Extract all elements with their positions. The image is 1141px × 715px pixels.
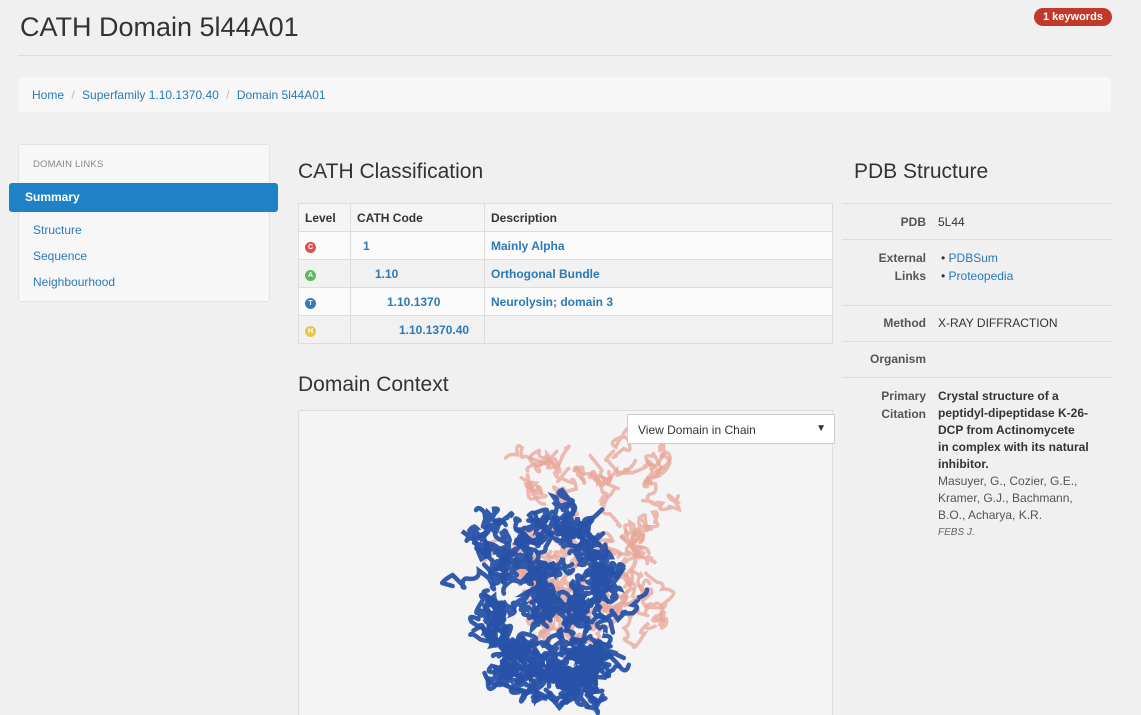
- citation-title-line: Crystal structure of a: [938, 389, 1059, 403]
- class-C-icon: C: [305, 242, 316, 253]
- table-row[interactable]: H 1.10.1370.40: [298, 315, 833, 344]
- protein-structure-render[interactable]: [299, 411, 834, 715]
- cath-code-link[interactable]: 1.10.1370.40: [350, 315, 485, 344]
- ribbon-segment: [644, 510, 660, 532]
- domain-context-viewer[interactable]: [298, 410, 833, 715]
- level-cell: H: [298, 315, 351, 344]
- level-cell: A: [298, 259, 351, 288]
- homology-H-icon: H: [305, 326, 316, 337]
- level-cell: T: [298, 287, 351, 316]
- keywords-badge[interactable]: 1 keywords: [1034, 8, 1112, 26]
- column-header-level: Level: [298, 203, 351, 232]
- view-mode-value: View Domain in Chain: [638, 423, 756, 437]
- method-value: X-RAY DIFFRACTION: [938, 316, 1058, 330]
- topology-T-icon: T: [305, 298, 316, 309]
- classification-table: Level CATH Code Description C 1 Mainly Alp…: [298, 203, 833, 344]
- sidebar-item-neighbourhood[interactable]: Neighbourhood: [33, 275, 115, 289]
- page-title: CATH Domain 5l44A01: [20, 12, 299, 42]
- table-row[interactable]: T 1.10.1370 Neurolysin; domain 3: [298, 287, 833, 316]
- citation-author-line: Masuyer, G., Cozier, G.E.,: [938, 474, 1078, 488]
- breadcrumb-superfamily[interactable]: Superfamily 1.10.1370.40: [82, 88, 219, 102]
- column-header-description: Description: [484, 203, 833, 232]
- description-link[interactable]: Neurolysin; domain 3: [484, 287, 833, 316]
- description-link: [484, 315, 833, 344]
- citation-author-line: Kramer, G.J., Bachmann,: [938, 491, 1073, 505]
- citation-journal: FEBS J.: [938, 527, 975, 538]
- citation-title-line: inhibitor.: [938, 457, 989, 471]
- citation-author-line: B.O., Acharya, K.R.: [938, 508, 1043, 522]
- ribbon-segment: [439, 565, 497, 592]
- pdbsum-link[interactable]: PDBSum: [949, 251, 998, 265]
- table-row[interactable]: C 1 Mainly Alpha: [298, 231, 833, 260]
- pdb-divider: [842, 305, 1111, 306]
- domain-links-sidebar: DOMAIN LINKS Structure Sequence Neighbou…: [18, 144, 270, 302]
- citation-label-line2: Citation: [881, 407, 926, 421]
- pdb-divider: [842, 203, 1111, 204]
- pdb-divider: [842, 239, 1111, 240]
- sidebar-item-sequence[interactable]: Sequence: [33, 249, 87, 263]
- description-link[interactable]: Orthogonal Bundle: [484, 259, 833, 288]
- breadcrumb-separator: /: [226, 88, 230, 102]
- cath-code-link[interactable]: 1.10.1370: [350, 287, 485, 316]
- citation-title-line: in complex with its natural: [938, 440, 1089, 454]
- breadcrumb-home[interactable]: Home: [32, 88, 64, 102]
- breadcrumb: Home / Superfamily 1.10.1370.40 / Domain…: [18, 77, 1111, 112]
- view-mode-select[interactable]: View Domain in Chain ▼: [627, 414, 835, 444]
- citation-title[interactable]: Crystal structure of a peptidyl-dipeptid…: [938, 388, 1113, 473]
- citation-title-line: peptidyl-dipeptidase K-26-: [938, 406, 1089, 420]
- ribbon-segment: [601, 477, 622, 529]
- sidebar-item-structure[interactable]: Structure: [33, 223, 82, 237]
- sidebar-header: DOMAIN LINKS: [33, 159, 104, 170]
- description-link[interactable]: Mainly Alpha: [484, 231, 833, 260]
- pdb-divider: [842, 341, 1111, 342]
- table-row[interactable]: A 1.10 Orthogonal Bundle: [298, 259, 833, 288]
- external-links-label-line1: External: [878, 251, 926, 265]
- architecture-A-icon: A: [305, 270, 316, 281]
- external-link-item[interactable]: • Proteopedia: [941, 268, 1013, 285]
- ribbon-segment: [655, 493, 682, 513]
- breadcrumb-domain[interactable]: Domain 5l44A01: [237, 88, 326, 102]
- column-header-cath-code: CATH Code: [350, 203, 485, 232]
- cath-code-link[interactable]: 1.10: [350, 259, 485, 288]
- pdb-id-label: PDB: [900, 215, 926, 229]
- chevron-down-icon: ▼: [816, 423, 826, 434]
- pdb-structure-title: PDB Structure: [854, 160, 989, 183]
- external-link-item[interactable]: • PDBSum: [941, 250, 998, 267]
- cath-code-link[interactable]: 1: [350, 231, 485, 260]
- citation-title-line: DCP from Actinomycete: [938, 423, 1075, 437]
- level-cell: C: [298, 231, 351, 260]
- pdb-divider: [842, 377, 1111, 378]
- citation-label-line1: Primary: [881, 389, 926, 403]
- sidebar-item-summary[interactable]: Summary: [9, 183, 278, 212]
- proteopedia-link[interactable]: Proteopedia: [949, 269, 1014, 283]
- method-label: Method: [883, 316, 926, 330]
- classification-title: CATH Classification: [298, 160, 484, 183]
- title-divider: [18, 55, 1111, 56]
- organism-label: Organism: [869, 352, 926, 366]
- citation-block: Crystal structure of a peptidyl-dipeptid…: [938, 388, 1113, 541]
- domain-context-title: Domain Context: [298, 373, 449, 396]
- breadcrumb-separator: /: [71, 88, 75, 102]
- pdb-id-value: 5L44: [938, 215, 965, 229]
- citation-authors: Masuyer, G., Cozier, G.E., Kramer, G.J.,…: [938, 473, 1113, 524]
- external-links-label-line2: Links: [894, 269, 926, 283]
